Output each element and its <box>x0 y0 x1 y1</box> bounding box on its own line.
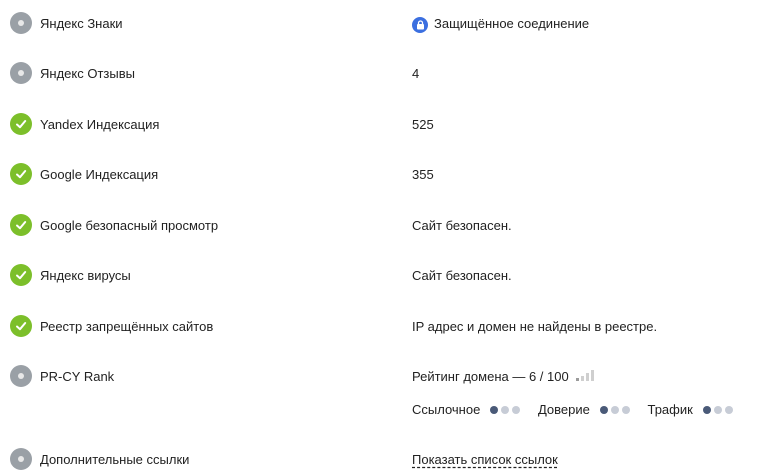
metric-dot <box>599 405 608 414</box>
metric-dots <box>490 405 521 414</box>
domain-rating-text: Рейтинг домена — 6 / 100 <box>412 369 569 384</box>
metric-dot <box>621 405 630 414</box>
row-label: Google Индексация <box>40 167 159 182</box>
row-label: Реестр запрещённых сайтов <box>40 319 214 334</box>
row-label: Яндекс Знаки <box>40 16 123 31</box>
secure-connection-text: Защищённое соединение <box>434 16 590 31</box>
signal-bars-icon <box>576 370 595 381</box>
row-value: Сайт безопасен. <box>412 268 512 283</box>
row-label: Google безопасный просмотр <box>40 218 219 233</box>
metric-links: Ссылочное <box>412 402 521 417</box>
row-value: 4 <box>412 66 420 81</box>
metric-dot <box>610 405 619 414</box>
check-icon <box>10 214 32 236</box>
row-value: IP адрес и домен не найдены в реестре. <box>412 319 658 334</box>
check-icon <box>10 113 32 135</box>
metric-label: Доверие <box>537 402 590 417</box>
metric-dot <box>512 405 521 414</box>
neutral-status-icon <box>10 12 32 34</box>
neutral-status-icon <box>10 448 32 470</box>
metric-label: Трафик <box>647 402 693 417</box>
row-label: Яндекс вирусы <box>40 268 131 283</box>
check-icon <box>10 264 32 286</box>
metric-dot <box>702 405 711 414</box>
signal-bar <box>581 376 585 381</box>
neutral-status-icon <box>10 365 32 387</box>
row-label: Дополнительные ссылки <box>40 452 190 467</box>
row-value: Защищённое соединение <box>412 16 589 33</box>
domain-rating: Рейтинг домена — 6 / 100 <box>412 369 595 384</box>
metric-label: Ссылочное <box>412 402 481 417</box>
lock-icon <box>412 16 428 33</box>
metric-traffic: Трафик <box>647 402 733 417</box>
signal-bar <box>586 373 590 381</box>
metric-dot <box>713 405 722 414</box>
row-value: 355 <box>412 167 434 182</box>
row-value: Сайт безопасен. <box>412 218 512 233</box>
row-label: Яндекс Отзывы <box>40 66 135 81</box>
row-value: 525 <box>412 117 434 132</box>
metric-dots <box>702 405 733 414</box>
metric-trust: Доверие <box>538 402 630 417</box>
signal-bar <box>591 370 595 381</box>
show-links-button[interactable]: Показать список ссылок <box>412 452 558 467</box>
rank-metrics: Ссылочное Доверие Трафик <box>412 402 747 417</box>
row-label: Yandex Индексация <box>40 117 160 132</box>
metric-dot <box>490 405 499 414</box>
check-icon <box>10 163 32 185</box>
metric-dots <box>599 405 630 414</box>
signal-bar <box>576 378 580 381</box>
check-icon <box>10 315 32 337</box>
metric-dot <box>724 405 733 414</box>
metric-dot <box>501 405 510 414</box>
neutral-status-icon <box>10 62 32 84</box>
row-label: PR-CY Rank <box>40 369 115 384</box>
